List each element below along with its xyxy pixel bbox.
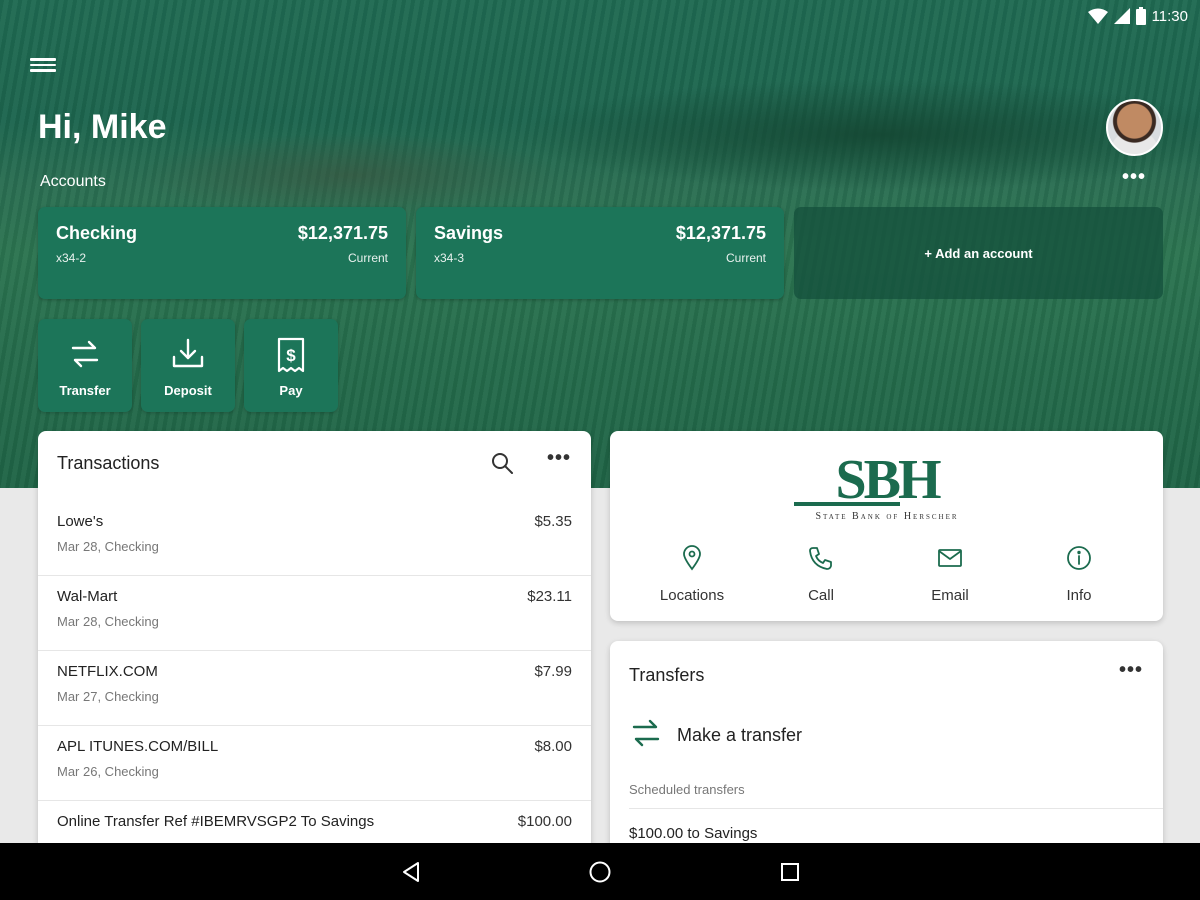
add-account-button[interactable]: + Add an account [794,207,1163,299]
transaction-row[interactable]: APL ITUNES.COM/BILL Mar 26, Checking $8.… [38,726,591,801]
locations-label: Locations [659,587,725,604]
account-card-checking[interactable]: Checking x34-2 $12,371.75 Current [38,207,406,299]
make-transfer-button[interactable]: Make a transfer [629,715,929,755]
deposit-label: Deposit [164,383,212,398]
bank-info-panel: SBH State Bank of Herscher Locations Cal… [610,431,1163,621]
transaction-merchant: APL ITUNES.COM/BILL [57,738,219,755]
transfers-panel: Transfers ••• Make a transfer Scheduled … [610,641,1163,851]
call-button[interactable]: Call [761,543,881,609]
recents-icon[interactable] [777,859,803,885]
transfer-icon [38,337,132,371]
account-balance: $12,371.75 [675,223,766,243]
transactions-more-icon[interactable]: ••• [547,448,571,468]
email-button[interactable]: Email [890,543,1010,609]
transfer-label: Transfer [59,383,111,398]
transaction-amount: $23.11 [527,588,572,605]
accounts-more-icon[interactable]: ••• [1122,167,1148,188]
transaction-amount: $5.35 [534,513,572,530]
transaction-row[interactable]: Lowe's Mar 28, Checking $5.35 [38,501,591,576]
search-icon[interactable] [489,450,515,476]
make-transfer-label: Make a transfer [677,724,803,745]
transaction-merchant: Wal-Mart [57,588,118,605]
back-icon[interactable] [398,859,424,885]
call-label: Call [808,587,834,604]
transaction-amount: $100.00 [517,813,572,830]
account-number: x34-2 [56,251,87,265]
deposit-icon [141,337,235,371]
transaction-merchant: NETFLIX.COM [57,663,158,680]
transfer-icon [629,716,663,755]
bank-logo-bar [794,502,900,506]
transfer-button[interactable]: Transfer [38,319,132,412]
transaction-meta: Mar 27, Checking [57,689,159,704]
account-name: Checking [56,223,138,243]
locations-button[interactable]: Locations [632,543,752,609]
info-icon [1019,543,1139,573]
divider [629,808,1163,809]
transaction-amount: $7.99 [534,663,572,680]
accounts-label: Accounts [40,173,106,190]
transaction-row[interactable]: NETFLIX.COM Mar 27, Checking $7.99 [38,651,591,726]
pay-label: Pay [279,383,303,398]
greeting: Hi, Mike [38,108,167,146]
cell-signal-icon [1113,8,1130,24]
bank-logo-subtitle: State Bank of Herscher [815,511,959,522]
status-bar: 11:30 [1087,6,1188,26]
transaction-meta: Mar 28, Checking [57,614,159,629]
scheduled-transfers-label: Scheduled transfers [629,782,745,797]
pay-icon: $ [244,337,338,373]
info-label: Info [1066,587,1092,604]
phone-icon [761,543,881,573]
bank-logo-letters: SBH [835,449,941,511]
avatar[interactable] [1106,99,1163,156]
transfers-more-icon[interactable]: ••• [1119,660,1143,680]
location-pin-icon [632,543,752,573]
account-number: x34-3 [434,251,465,265]
account-balance: $12,371.75 [297,223,388,243]
transactions-panel: Transactions ••• Lowe's Mar 28, Checking… [38,431,591,851]
battery-icon [1135,7,1146,25]
account-balance-label: Current [725,251,766,265]
svg-text:$: $ [286,346,296,365]
account-balance-label: Current [347,251,388,265]
navigation-bar [0,843,1200,900]
add-account-label: + Add an account [924,245,1033,261]
home-icon[interactable] [587,859,613,885]
status-time: 11:30 [1151,7,1188,25]
deposit-button[interactable]: Deposit [141,319,235,412]
email-icon [890,543,1010,573]
scheduled-transfer-item[interactable]: $100.00 to Savings [629,825,757,842]
transaction-meta: Mar 28, Checking [57,539,159,554]
bank-logo: SBH State Bank of Herscher [792,451,982,523]
account-name: Savings [434,223,504,243]
email-label: Email [931,587,969,604]
menu-icon[interactable] [30,55,56,77]
transaction-amount: $8.00 [534,738,572,755]
transfers-title: Transfers [629,665,705,685]
pay-button[interactable]: $ Pay [244,319,338,412]
wifi-icon [1087,8,1108,24]
transaction-merchant: Online Transfer Ref #IBEMRVSGP2 To Savin… [57,813,375,830]
info-button[interactable]: Info [1019,543,1139,609]
transaction-meta: Mar 26, Checking [57,764,159,779]
transaction-merchant: Lowe's [57,513,104,530]
account-card-savings[interactable]: Savings x34-3 $12,371.75 Current [416,207,784,299]
transactions-title: Transactions [57,453,160,473]
transaction-row[interactable]: Wal-Mart Mar 28, Checking $23.11 [38,576,591,651]
